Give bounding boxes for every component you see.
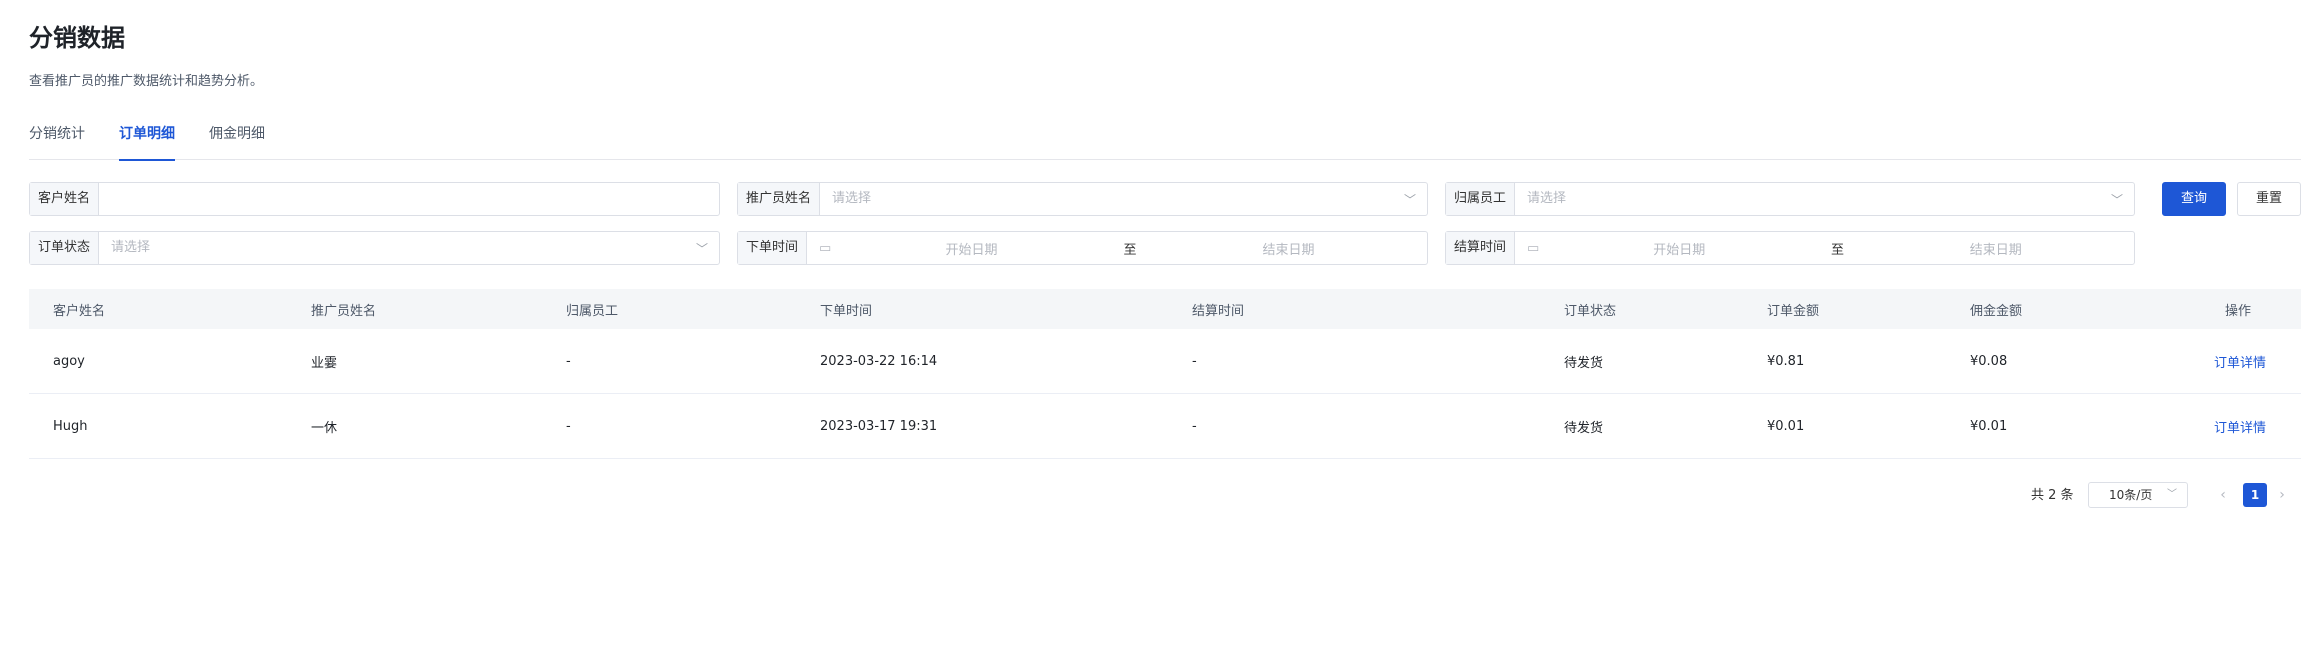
- employee-select[interactable]: 归属员工 请选择 ﹀: [1445, 182, 2135, 216]
- page-description: 查看推广员的推广数据统计和趋势分析。: [29, 74, 264, 89]
- order-time-end[interactable]: 结束日期: [1150, 239, 1427, 258]
- reset-button[interactable]: 重置: [2237, 182, 2301, 216]
- pagination-total: 共 2 条: [2031, 488, 2074, 503]
- order-status-placeholder: 请选择: [111, 240, 151, 255]
- page-size-select[interactable]: 10条/页 ﹀: [2088, 482, 2188, 508]
- commission-cell: ¥0.01: [1970, 418, 2008, 434]
- employee-placeholder: 请选择: [1527, 191, 1567, 206]
- employee-label: 归属员工: [1446, 183, 1516, 215]
- customer-cell: Hugh: [53, 418, 88, 434]
- order-status-label: 订单状态: [30, 232, 100, 264]
- employee-cell: -: [566, 353, 571, 369]
- customer-name-input[interactable]: [99, 183, 719, 215]
- amount-cell: ¥0.01: [1767, 418, 1805, 434]
- column-header: 结算时间: [1192, 303, 1245, 319]
- chevron-left-icon[interactable]: ‹: [2213, 484, 2233, 506]
- column-header: 操作: [2225, 303, 2252, 319]
- table-row: agoy 业霎 - 2023-03-22 16:14 - 待发货 ¥0.81 ¥…: [29, 329, 2301, 394]
- customer-name-label: 客户姓名: [30, 183, 100, 215]
- pagination: 共 2 条 10条/页 ﹀ ‹ 1 ›: [2001, 482, 2301, 510]
- page-size-value: 10条/页: [2109, 488, 2153, 502]
- page-root: 分销数据 查看推广员的推广数据统计和趋势分析。 分销统计 订单明细 佣金明细 客…: [0, 0, 2301, 661]
- order-detail-link[interactable]: 订单详情: [2214, 329, 2266, 393]
- promoter-name-select[interactable]: 推广员姓名 请选择 ﹀: [737, 182, 1428, 216]
- range-separator: 至: [1123, 242, 1137, 258]
- chevron-right-icon[interactable]: ›: [2272, 484, 2292, 506]
- column-header: 佣金金额: [1970, 303, 2023, 319]
- query-button[interactable]: 查询: [2162, 182, 2226, 216]
- tab-order-details[interactable]: 订单明细: [119, 120, 175, 161]
- tab-distribution-stats[interactable]: 分销统计: [29, 120, 85, 160]
- table-row: Hugh 一休 - 2023-03-17 19:31 - 待发货 ¥0.01 ¥…: [29, 394, 2301, 459]
- promoter-cell: 一休: [311, 420, 338, 436]
- tab-bar: 分销统计 订单明细 佣金明细: [29, 120, 2301, 161]
- column-header: 订单状态: [1564, 303, 1617, 319]
- range-separator: 至: [1831, 242, 1845, 258]
- chevron-down-icon: ﹀: [2110, 192, 2123, 207]
- page-title: 分销数据: [29, 24, 125, 52]
- order-time-range[interactable]: 下单时间 ▭ 开始日期 至 结束日期: [737, 231, 1428, 265]
- column-header: 客户姓名: [53, 303, 106, 319]
- promoter-name-label: 推广员姓名: [738, 183, 821, 215]
- status-cell: 待发货: [1564, 355, 1604, 371]
- order-time-start[interactable]: 开始日期: [833, 239, 1110, 258]
- orders-table: 客户姓名 推广员姓名 归属员工 下单时间 结算时间 订单状态 订单金额 佣金金额…: [29, 289, 2301, 459]
- filter-row-1: 客户姓名 推广员姓名 请选择 ﹀ 归属员工 请选择 ﹀ 查询 重置: [29, 182, 2301, 216]
- status-cell: 待发货: [1564, 420, 1604, 436]
- order-status-select[interactable]: 订单状态 请选择 ﹀: [29, 231, 720, 265]
- column-header: 订单金额: [1767, 303, 1820, 319]
- settle-time-label: 结算时间: [1446, 232, 1516, 264]
- order-detail-link[interactable]: 订单详情: [2214, 394, 2266, 458]
- column-header: 下单时间: [820, 303, 873, 319]
- column-header: 推广员姓名: [311, 303, 377, 319]
- chevron-down-icon: ﹀: [695, 241, 708, 256]
- filter-row-2: 订单状态 请选择 ﹀ 下单时间 ▭ 开始日期 至 结束日期 结算时间 ▭ 开始日…: [29, 231, 2301, 265]
- settle-time-range[interactable]: 结算时间 ▭ 开始日期 至 结束日期: [1445, 231, 2135, 265]
- settle-time-start[interactable]: 开始日期: [1541, 239, 1818, 258]
- order-time-label: 下单时间: [738, 232, 808, 264]
- settle-time-cell: -: [1192, 353, 1197, 369]
- settle-time-end[interactable]: 结束日期: [1858, 239, 2135, 258]
- table-header: 客户姓名 推广员姓名 归属员工 下单时间 结算时间 订单状态 订单金额 佣金金额…: [29, 289, 2301, 329]
- promoter-name-placeholder: 请选择: [832, 191, 872, 206]
- order-time-cell: 2023-03-17 19:31: [820, 418, 938, 434]
- column-header: 归属员工: [566, 303, 619, 319]
- calendar-icon: ▭: [1527, 240, 1540, 256]
- amount-cell: ¥0.81: [1767, 353, 1805, 369]
- chevron-down-icon: ﹀: [1403, 192, 1416, 207]
- current-page-button[interactable]: 1: [2243, 483, 2267, 507]
- filter-panel: 客户姓名 推广员姓名 请选择 ﹀ 归属员工 请选择 ﹀ 查询 重置 订单状态 请…: [29, 182, 2301, 280]
- promoter-cell: 业霎: [311, 355, 338, 371]
- order-time-cell: 2023-03-22 16:14: [820, 353, 938, 369]
- settle-time-cell: -: [1192, 418, 1197, 434]
- customer-cell: agoy: [53, 353, 85, 369]
- tab-commission-details[interactable]: 佣金明细: [209, 120, 265, 160]
- calendar-icon: ▭: [819, 240, 832, 256]
- commission-cell: ¥0.08: [1970, 353, 2008, 369]
- customer-name-field[interactable]: 客户姓名: [29, 182, 720, 216]
- employee-cell: -: [566, 418, 571, 434]
- chevron-down-icon: ﹀: [2167, 489, 2177, 500]
